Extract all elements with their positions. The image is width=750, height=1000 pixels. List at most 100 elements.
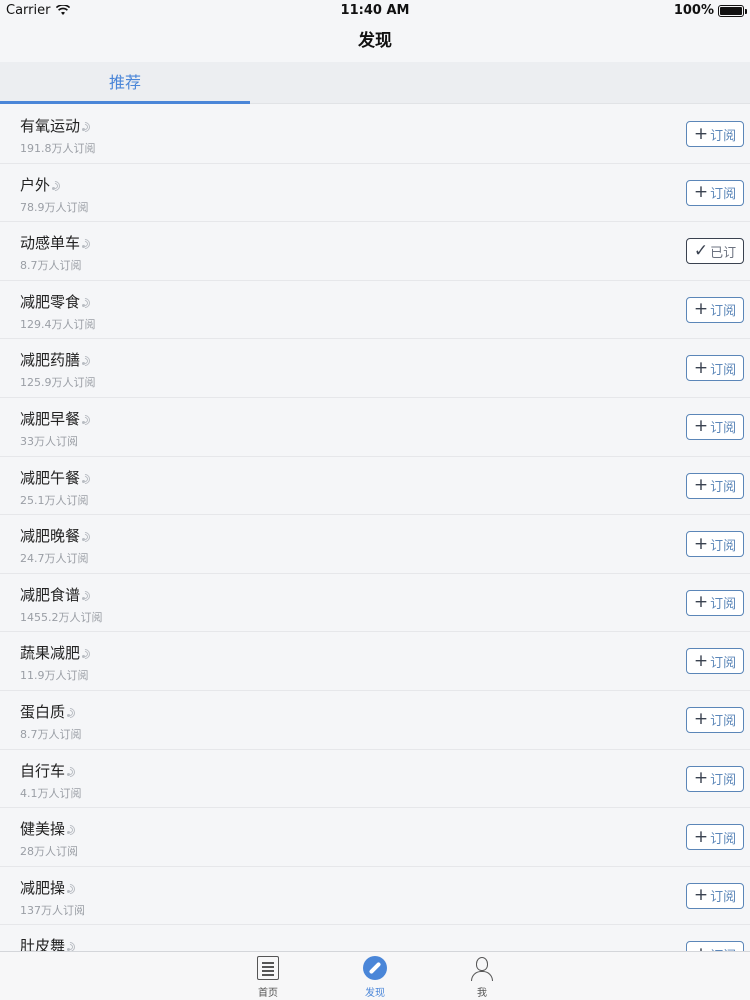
topic-title: 减肥早餐 <box>20 409 81 428</box>
subscribed-button[interactable]: ✓ 已订 <box>686 238 744 265</box>
rss-icon <box>77 237 93 252</box>
subscribe-button-label: 订阅 <box>710 538 737 554</box>
subscribe-button[interactable]: +订阅 <box>686 531 744 558</box>
list-item[interactable]: 有氧运动 191.8万人订阅 + 订阅 <box>0 105 750 164</box>
topic-title: 蔬果减肥 <box>20 644 81 663</box>
list-item[interactable]: 减肥零食 129.4万人订阅 + 订阅 <box>0 281 750 340</box>
subscribe-button[interactable]: +订阅 <box>686 882 744 909</box>
document-icon <box>257 956 279 980</box>
list-item-title-wrap: 健美操 <box>20 818 78 839</box>
person-icon <box>470 956 494 982</box>
tabbar-label-me: 我 <box>477 988 487 999</box>
subscribe-button[interactable]: +订阅 <box>686 472 744 499</box>
bottom-tab-bar: 首页 发现 我 <box>0 951 750 1000</box>
rss-icon <box>62 705 78 721</box>
subscriber-count: 8.7万人订阅 <box>20 727 82 741</box>
rss-icon <box>47 178 63 193</box>
subscriber-count: 191.8万人订阅 <box>20 142 96 155</box>
subscriber-count: 1455.2万人订阅 <box>20 610 103 624</box>
page-title: 发现 <box>358 31 392 51</box>
subscribe-button[interactable]: +订阅 <box>686 648 744 675</box>
topic-title: 减肥午餐 <box>20 468 81 487</box>
subscriber-count: 4.1万人订阅 <box>20 786 82 800</box>
rss-icon <box>77 354 93 369</box>
topic-list[interactable]: 有氧运动 191.8万人订阅 + 订阅 户外 78.9万人订阅 + 订阅 动感单车 8.7万人订阅… <box>0 105 750 951</box>
list-item[interactable]: 自行车 4.1万人订阅 + 订阅 <box>0 750 750 809</box>
topic-title: 减肥晚餐 <box>20 527 81 546</box>
subscriber-count: 28万人订阅 <box>20 845 78 859</box>
list-item[interactable]: 动感单车 8.7万人订阅 ✓ 已订 <box>0 222 750 281</box>
topic-title: 减肥药膳 <box>20 351 81 370</box>
subscriber-count: 33万人订阅 <box>20 434 78 448</box>
subscribe-button-label: 订阅 <box>710 714 737 730</box>
tabbar-item-discover[interactable]: 发现 <box>345 956 405 999</box>
list-item[interactable]: 减肥午餐 25.1万人订阅 + 订阅 <box>0 457 750 516</box>
list-item-title-wrap: 减肥零食 <box>20 291 93 312</box>
subscribe-button-label: 订阅 <box>710 128 737 144</box>
subscribe-button[interactable]: +订阅 <box>686 765 744 792</box>
subscribe-button[interactable]: +订阅 <box>686 413 744 440</box>
topic-title: 肚皮舞 <box>20 937 66 951</box>
rss-icon <box>77 295 93 310</box>
app-screen: Carrier 11:40 AM 100% 发现 推荐 有氧运动 191.8万人订… <box>0 0 750 1000</box>
list-item-title-wrap: 肚皮舞 <box>20 935 78 951</box>
list-item[interactable]: 健美操 28万人订阅 + 订阅 <box>0 808 750 867</box>
list-item[interactable]: 减肥食谱 1455.2万人订阅 + 订阅 <box>0 574 750 633</box>
subscribe-button[interactable]: +订阅 <box>686 941 744 951</box>
topic-title: 有氧运动 <box>20 117 81 135</box>
rss-icon <box>62 823 78 838</box>
subscribe-button-label: 订阅 <box>710 773 737 789</box>
plus-icon: + <box>693 592 709 613</box>
subscribe-button[interactable]: +订阅 <box>686 355 744 382</box>
tabbar-label-discover: 发现 <box>365 988 385 999</box>
list-item[interactable]: 肚皮舞 +订阅 <box>0 925 750 951</box>
rss-icon <box>77 530 93 545</box>
subscriber-count: 137万人订阅 <box>20 903 85 917</box>
tab-recommended[interactable]: 推荐 <box>0 62 250 104</box>
subscribe-button[interactable]: +订阅 <box>686 296 744 323</box>
topic-title: 减肥零食 <box>20 292 81 311</box>
list-item[interactable]: 减肥早餐 33万人订阅 + 订阅 <box>0 398 750 457</box>
list-item[interactable]: 减肥药膳 125.9万人订阅 + 订阅 <box>0 339 750 398</box>
list-item[interactable]: 蛋白质 8.7万人订阅 + 订阅 <box>0 691 750 750</box>
list-item-title-wrap: 户外 <box>20 174 63 195</box>
category-tabs: 推荐 <box>0 62 750 104</box>
list-item[interactable]: 减肥晚餐 24.7万人订阅 + 订阅 <box>0 515 750 574</box>
tabbar-item-home[interactable]: 首页 <box>238 956 298 999</box>
subscribe-button-label: 订阅 <box>710 362 737 378</box>
topic-title: 蛋白质 <box>20 702 66 721</box>
rss-icon <box>77 471 93 486</box>
subscriber-count: 25.1万人订阅 <box>20 493 89 507</box>
subscribe-button[interactable]: +订阅 <box>686 706 744 733</box>
list-item-title-wrap: 减肥操 <box>20 877 78 898</box>
list-item[interactable]: 蔬果减肥 11.9万人订阅 + 订阅 <box>0 632 750 691</box>
list-item-title-wrap: 有氧运动 <box>20 115 93 136</box>
plus-icon: + <box>693 650 709 671</box>
tabbar-item-me[interactable]: 我 <box>452 956 512 999</box>
subscribe-button-label: 订阅 <box>710 480 737 496</box>
subscriber-count: 78.9万人订阅 <box>20 200 89 214</box>
rss-icon <box>77 647 93 662</box>
subscriber-count: 8.7万人订阅 <box>20 259 82 273</box>
plus-icon: + <box>693 768 709 789</box>
list-item-title-wrap: 减肥午餐 <box>20 467 93 488</box>
rss-icon <box>77 119 93 135</box>
plus-icon: + <box>693 885 709 906</box>
subscribe-button[interactable]: +订阅 <box>686 824 744 851</box>
list-item[interactable]: 减肥操 137万人订阅 + 订阅 <box>0 867 750 926</box>
subscribe-button[interactable]: +订阅 <box>686 121 744 147</box>
subscribe-button[interactable]: +订阅 <box>686 589 744 616</box>
subscriber-count: 24.7万人订阅 <box>20 552 89 566</box>
tab-active-indicator <box>0 101 250 104</box>
plus-icon: + <box>693 416 709 437</box>
subscribe-button-label: 订阅 <box>710 655 737 671</box>
subscriber-count: 129.4万人订阅 <box>20 317 96 331</box>
topic-title: 减肥操 <box>20 878 66 897</box>
rss-icon <box>77 412 93 428</box>
subscriber-count: 125.9万人订阅 <box>20 376 96 390</box>
battery-icon <box>718 4 747 17</box>
list-item[interactable]: 户外 78.9万人订阅 + 订阅 <box>0 164 750 223</box>
subscribe-button[interactable]: +订阅 <box>686 179 744 206</box>
checkmark-icon: ✓ <box>693 240 709 261</box>
subscribe-button-label: 订阅 <box>710 187 737 203</box>
